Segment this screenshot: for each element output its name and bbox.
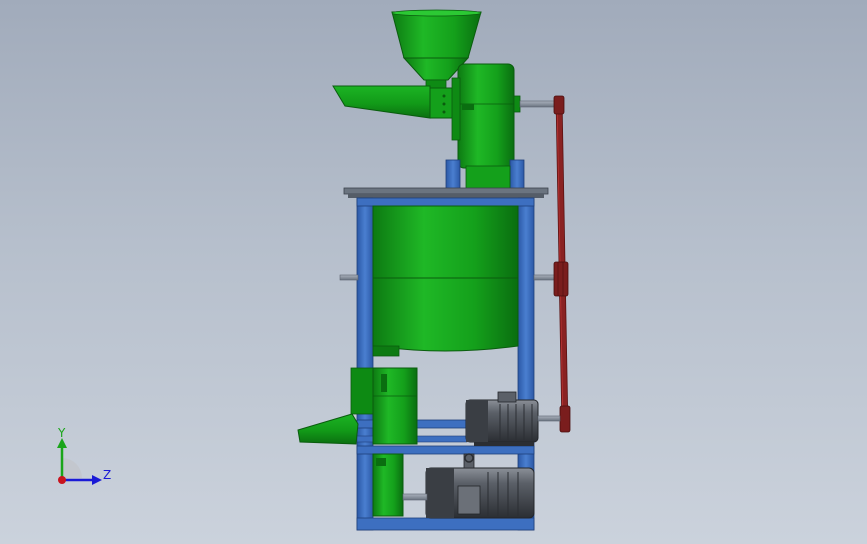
upper-pulley xyxy=(553,95,565,115)
lower-discharge-chute[interactable] xyxy=(297,413,359,445)
cad-model-scene[interactable]: Y Z xyxy=(0,0,867,544)
middle-pulley xyxy=(553,261,569,297)
lower-pulley xyxy=(559,405,571,433)
lower-outlet xyxy=(372,453,404,517)
mill-housing[interactable] xyxy=(451,63,521,169)
z-axis-label: Z xyxy=(103,468,111,482)
x-axis-origin-dot xyxy=(58,476,66,484)
y-axis-label: Y xyxy=(57,426,66,440)
cad-viewport[interactable]: Y Z xyxy=(0,0,867,544)
upper-discharge-chute[interactable] xyxy=(332,85,459,119)
axis-triad: Y Z xyxy=(57,426,111,485)
top-plate xyxy=(343,187,549,198)
lower-electric-motor[interactable] xyxy=(402,453,535,519)
polishing-drum[interactable] xyxy=(372,205,519,357)
mill-shaft xyxy=(519,100,559,108)
upper-electric-motor[interactable] xyxy=(465,391,561,446)
